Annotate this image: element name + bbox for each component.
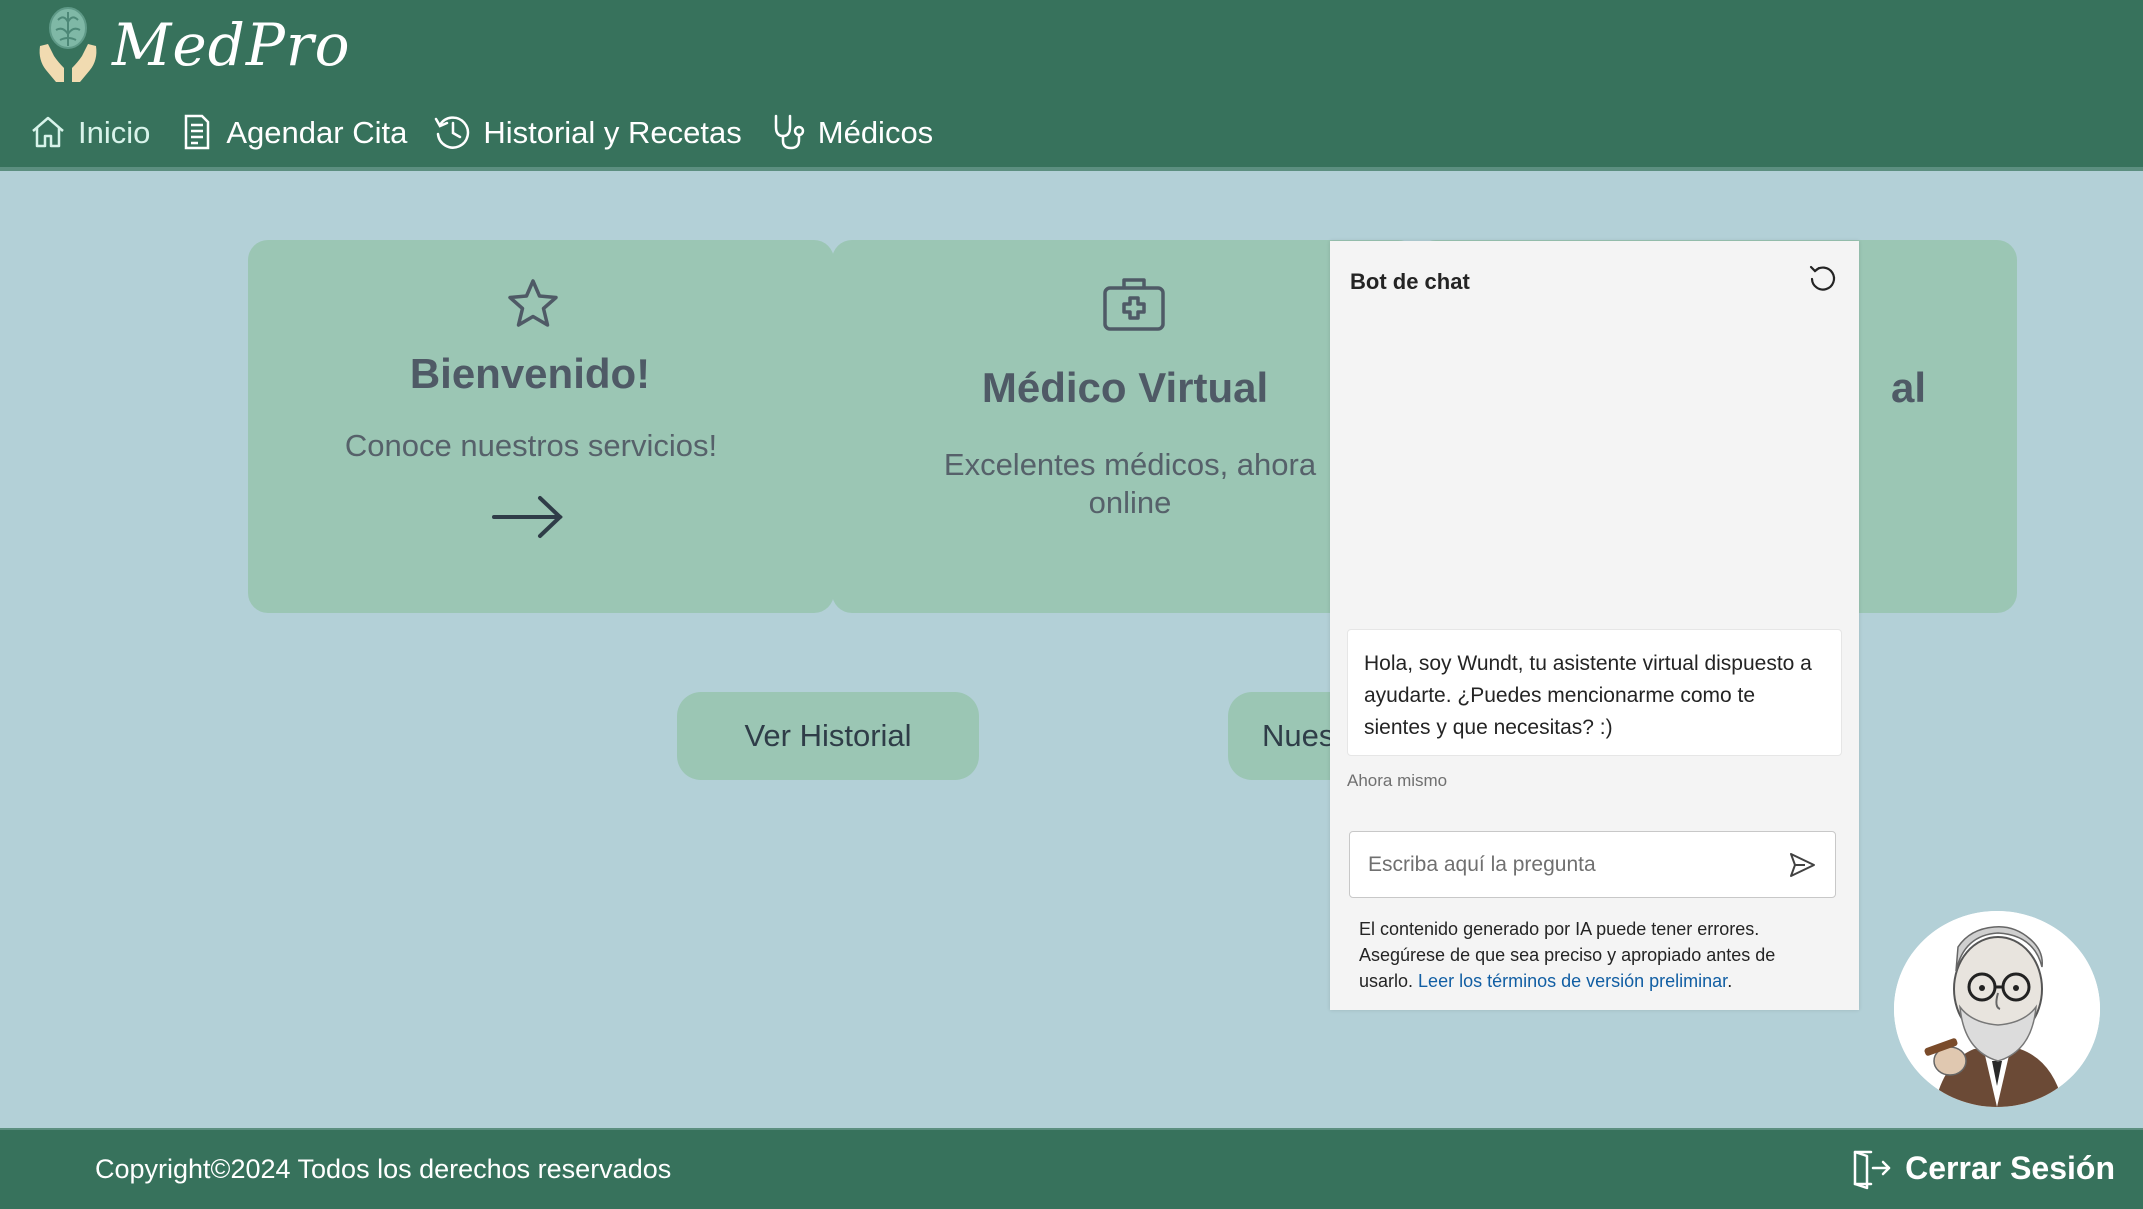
preview-terms-link[interactable]: Leer los términos de versión preliminar (1418, 971, 1727, 991)
nav-item-inicio[interactable]: Inicio (28, 112, 150, 152)
home-icon (32, 116, 64, 148)
arrow-right-icon[interactable] (490, 494, 566, 540)
refresh-icon[interactable] (1807, 263, 1839, 295)
nav-item-historial-recetas[interactable]: Historial y Recetas (433, 112, 742, 152)
brand-name: MedPro (112, 11, 351, 79)
document-icon (185, 114, 210, 150)
ai-disclaimer: El contenido generado por IA puede tener… (1359, 916, 1829, 994)
send-icon[interactable] (1787, 850, 1817, 880)
logout-icon (1853, 1150, 1891, 1190)
chatbot-panel: Bot de chat Hola, soy Wundt, tu asistent… (1330, 241, 1859, 1010)
medical-kit-icon (1103, 278, 1165, 331)
main-nav: Inicio Agendar Cita Historial y Recetas (28, 112, 959, 152)
card-text: Conoce nuestros servicios! (344, 428, 718, 463)
message-timestamp: Ahora mismo (1347, 771, 1448, 790)
card-text: Excelentes médicos, ahora online (943, 447, 1317, 520)
history-icon (435, 116, 470, 149)
nav-item-label: Historial y Recetas (483, 114, 742, 150)
top-header: MedPro Inicio Agendar Cita Historial y R… (0, 0, 2143, 171)
stethoscope-icon (774, 114, 804, 150)
nav-item-agendar-cita[interactable]: Agendar Cita (176, 112, 407, 152)
disclaimer-end: . (1727, 971, 1733, 991)
star-icon (508, 279, 558, 327)
nav-item-label: Agendar Cita (226, 114, 408, 150)
button-label-partial: Nues (1262, 718, 1335, 753)
bot-message: Hola, soy Wundt, tu asistente virtual di… (1347, 629, 1842, 756)
copyright-text: Copyright©2024 Todos los derechos reserv… (95, 1154, 672, 1184)
chat-question-input[interactable] (1368, 832, 1768, 897)
nav-item-medicos[interactable]: Médicos (768, 112, 933, 152)
ver-historial-button[interactable]: Ver Historial (677, 692, 979, 780)
nav-item-label: Médicos (817, 114, 934, 150)
nav-item-label: Inicio (78, 114, 151, 150)
page-footer: Copyright©2024 Todos los derechos reserv… (0, 1128, 2143, 1209)
logout-label: Cerrar Sesión (1905, 1149, 2115, 1186)
logout-button[interactable]: Cerrar Sesión (1849, 1146, 2115, 1190)
card-title: Bienvenido! (409, 350, 651, 397)
welcome-card: Bienvenido! Conoce nuestros servicios! (248, 240, 834, 613)
chat-title: Bot de chat (1350, 269, 1470, 294)
chatbot-avatar-button[interactable] (1894, 911, 2100, 1107)
caricature-avatar-icon (1894, 911, 2100, 1107)
chat-input-box (1349, 831, 1836, 898)
brain-hands-logo-icon (39, 7, 97, 82)
brand-logo[interactable]: MedPro (36, 6, 351, 84)
